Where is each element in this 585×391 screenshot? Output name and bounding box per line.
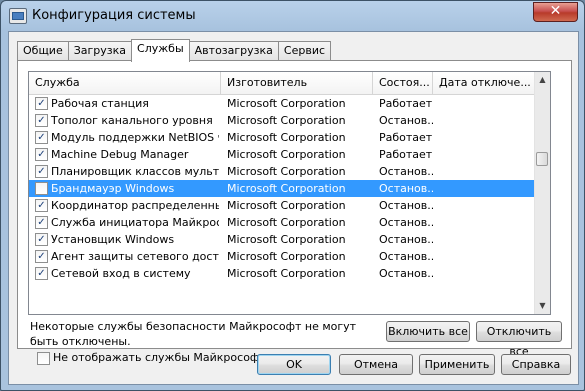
table-row[interactable]: ✓ Планировщик классов мульти... Microsoft … (29, 163, 535, 180)
service-status: Останов... (379, 114, 433, 127)
service-maker: Microsoft Corporation (227, 216, 346, 229)
tab-boot[interactable]: Загрузка (67, 41, 133, 61)
list-header: Служба Изготовитель Состоя... Дата отклю… (29, 72, 535, 95)
service-checkbox[interactable]: ✓ (35, 250, 48, 263)
service-name: Служба инициатора Майкросо... (51, 216, 219, 229)
table-row[interactable]: ✓ Machine Debug Manager Microsoft Corporat… (29, 146, 535, 163)
service-status: Работает (379, 97, 433, 110)
service-status: Останов... (379, 199, 433, 212)
column-header-maker[interactable]: Изготовитель (221, 72, 373, 94)
tab-strip: Общие Загрузка Службы Автозагрузка Серви… (17, 39, 332, 62)
service-name: Сетевой вход в систему (51, 267, 191, 280)
services-panel: Служба Изготовитель Состоя... Дата отклю… (17, 60, 572, 365)
service-checkbox[interactable]: ✓ (35, 148, 48, 161)
column-header-disabled-date[interactable]: Дата отключе... (433, 72, 535, 94)
service-rows: ✓ Рабочая станция Microsoft Corporation Раб… (29, 95, 535, 282)
window-title: Конфигурация системы (32, 8, 196, 23)
vertical-scrollbar[interactable]: ▲ ▼ (534, 72, 550, 314)
service-name: Установщик Windows (51, 233, 175, 246)
table-row[interactable]: Брандмауэр Windows Microsoft Corporation О… (29, 180, 535, 197)
service-status: Останов... (379, 182, 433, 195)
table-row[interactable]: ✓ Установщик Windows Microsoft Corporation… (29, 231, 535, 248)
column-header-service[interactable]: Служба (29, 72, 221, 94)
service-status: Работает (379, 131, 433, 144)
scroll-thumb[interactable] (536, 152, 548, 166)
title-bar: Конфигурация системы ✕ (1, 1, 584, 31)
help-button[interactable]: Справка (501, 354, 571, 375)
table-row[interactable]: ✓ Рабочая станция Microsoft Corporation Раб… (29, 95, 535, 112)
service-status: Останов... (379, 250, 433, 263)
system-config-window: Конфигурация системы ✕ Общие Загрузка Сл… (0, 0, 585, 391)
scroll-up-icon[interactable]: ▲ (535, 72, 550, 88)
service-checkbox[interactable]: ✓ (35, 131, 48, 144)
hide-ms-services-label[interactable]: Не отображать службы Майкрософт (53, 349, 266, 366)
service-checkbox[interactable]: ✓ (35, 165, 48, 178)
service-checkbox[interactable] (35, 182, 48, 195)
service-checkbox[interactable]: ✓ (35, 97, 48, 110)
service-name: Machine Debug Manager (51, 148, 189, 161)
service-name: Брандмауэр Windows (51, 182, 175, 195)
cancel-button[interactable]: Отмена (339, 354, 413, 375)
service-name: Координатор распределенны... (51, 199, 219, 212)
service-checkbox[interactable]: ✓ (35, 114, 48, 127)
close-button[interactable]: ✕ (533, 2, 578, 22)
service-maker: Microsoft Corporation (227, 114, 346, 127)
service-maker: Microsoft Corporation (227, 250, 346, 263)
tab-startup[interactable]: Автозагрузка (188, 41, 279, 61)
apply-button[interactable]: Применить (419, 354, 495, 375)
service-checkbox[interactable]: ✓ (35, 233, 48, 246)
service-maker: Microsoft Corporation (227, 182, 346, 195)
service-maker: Microsoft Corporation (227, 267, 346, 280)
table-row[interactable]: ✓Агент защиты сетевого доступа Microsoft … (29, 248, 535, 265)
service-maker: Microsoft Corporation (227, 165, 346, 178)
ok-button[interactable]: OK (257, 354, 331, 375)
service-checkbox[interactable]: ✓ (35, 216, 48, 229)
service-status: Останов... (379, 165, 433, 178)
table-row[interactable]: ✓ Координатор распределенны... Microsoft C… (29, 197, 535, 214)
table-row[interactable]: ✓Служба инициатора Майкросо... Microsoft … (29, 214, 535, 231)
enable-all-button[interactable]: Включить все (386, 321, 470, 342)
service-maker: Microsoft Corporation (227, 131, 346, 144)
service-name: Агент защиты сетевого доступа (51, 250, 219, 263)
service-status: Работает (379, 148, 433, 161)
service-maker: Microsoft Corporation (227, 199, 346, 212)
tab-services[interactable]: Службы (131, 39, 190, 62)
table-row[interactable]: ✓ Модуль поддержки NetBIOS ч... Microsoft … (29, 129, 535, 146)
disable-all-button[interactable]: Отключить все (476, 321, 562, 358)
service-name: Рабочая станция (51, 97, 149, 110)
table-row[interactable]: ✓ Тополог канального уровня Microsoft Corp… (29, 112, 535, 129)
tab-general[interactable]: Общие (17, 41, 69, 61)
scroll-down-icon[interactable]: ▼ (535, 298, 550, 314)
app-icon (9, 8, 27, 24)
service-status: Останов... (379, 233, 433, 246)
service-status: Останов... (379, 216, 433, 229)
table-row[interactable]: ✓ Сетевой вход в систему Microsoft Corpora… (29, 265, 535, 282)
service-status: Останов... (379, 267, 433, 280)
security-note: Некоторые службы безопасности Майкрософт… (30, 320, 357, 348)
service-name: Планировщик классов мульти... (51, 165, 219, 178)
service-checkbox[interactable]: ✓ (35, 267, 48, 280)
tab-tools[interactable]: Сервис (277, 41, 332, 61)
hide-ms-services-checkbox[interactable] (37, 352, 50, 365)
column-header-status[interactable]: Состоя... (373, 72, 433, 94)
service-name: Модуль поддержки NetBIOS ч... (51, 131, 219, 144)
service-name: Тополог канального уровня (51, 114, 213, 127)
service-maker: Microsoft Corporation (227, 233, 346, 246)
dialog-body: Общие Загрузка Службы Автозагрузка Серви… (8, 31, 579, 385)
service-maker: Microsoft Corporation (227, 148, 346, 161)
services-list[interactable]: Служба Изготовитель Состоя... Дата отклю… (28, 71, 551, 315)
service-maker: Microsoft Corporation (227, 97, 346, 110)
service-checkbox[interactable]: ✓ (35, 199, 48, 212)
